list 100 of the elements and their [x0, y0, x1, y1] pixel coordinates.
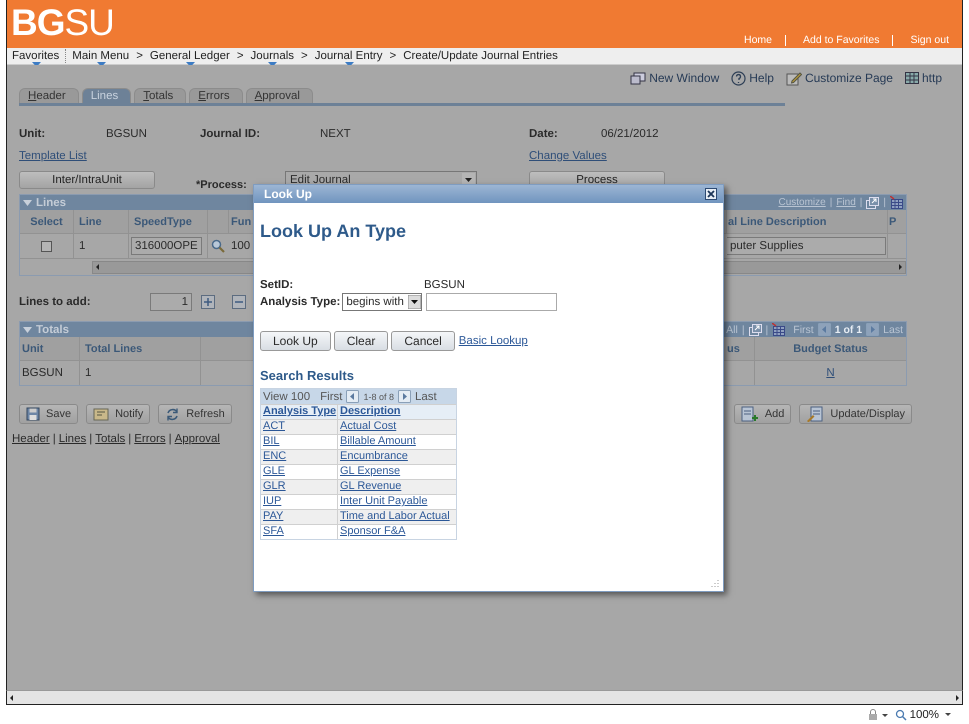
first-label: First	[320, 390, 342, 402]
result-link[interactable]: ACT	[263, 420, 285, 432]
result-link[interactable]: ENC	[263, 450, 286, 462]
result-link[interactable]: GLE	[263, 465, 286, 477]
separator: |	[168, 433, 172, 445]
budget-status-link[interactable]: N	[826, 367, 835, 379]
spreadsheet-icon[interactable]	[890, 196, 903, 209]
toolbar-link[interactable]: Customize Page	[786, 70, 893, 86]
remove-icon[interactable]	[232, 295, 246, 309]
template-list-link[interactable]: Template List	[19, 150, 87, 162]
horizontal-scrollbar[interactable]	[6, 690, 963, 705]
popout-icon[interactable]	[866, 196, 880, 208]
zoom-level[interactable]: 100%	[910, 708, 939, 720]
field-label: Date:	[529, 127, 559, 141]
page-link[interactable]: Totals	[95, 433, 126, 445]
action-button[interactable]: Update/Display	[799, 404, 912, 424]
breadcrumb-item[interactable]: Create/Update Journal Entries	[403, 50, 558, 62]
separator: >	[236, 50, 244, 62]
dialog-title: Look Up	[264, 187, 312, 201]
action-button[interactable]: Notify	[86, 404, 150, 424]
toolbar-link[interactable]: Help	[731, 70, 774, 86]
collapse-arrow-icon	[23, 200, 32, 206]
dialog-button[interactable]: Look Up	[260, 331, 331, 351]
analysis-type-field[interactable]	[426, 293, 557, 311]
caret-icon[interactable]	[945, 713, 951, 716]
toolbar-link[interactable]: http	[904, 71, 942, 85]
separator: |	[860, 197, 862, 208]
separator: >	[390, 50, 396, 62]
add-icon[interactable]	[201, 295, 215, 309]
inter-intraunit-button[interactable]: Inter/IntraUnit	[19, 171, 155, 189]
column-header: P	[888, 210, 906, 233]
spreadsheet-icon[interactable]	[772, 323, 786, 336]
result-link[interactable]: Time and Labor Actual	[340, 510, 450, 522]
description-field[interactable]: puter Supplies	[727, 237, 886, 255]
tab[interactable]: Totals	[134, 88, 186, 103]
resize-grip-icon[interactable]	[710, 578, 719, 587]
tab[interactable]: Approval	[246, 88, 313, 103]
page-link[interactable]: Lines	[58, 433, 86, 445]
result-link[interactable]: GLR	[263, 480, 286, 492]
action-button[interactable]: Add	[734, 404, 792, 424]
operator-dropdown[interactable]: begins with	[342, 293, 422, 311]
column-header: al Line Description	[726, 210, 888, 233]
tab[interactable]: Errors	[189, 88, 243, 103]
next-icon[interactable]	[398, 390, 411, 403]
action-button[interactable]: Save	[19, 404, 78, 424]
field-label: Journal ID:	[200, 127, 262, 141]
change-values-link[interactable]: Change Values	[529, 150, 607, 162]
result-link[interactable]: Sponsor F&A	[340, 525, 406, 537]
result-link[interactable]: Encumbrance	[340, 450, 408, 462]
toolbar-link[interactable]: New Window	[630, 71, 720, 85]
basic-lookup-link[interactable]: Basic Lookup	[458, 335, 528, 347]
result-link[interactable]: PAY	[263, 510, 284, 522]
process-label: *Process:	[196, 179, 248, 191]
checkbox[interactable]	[41, 240, 52, 252]
dialog-heading: Look Up An Type	[260, 221, 407, 242]
logo: BGSU	[10, 3, 114, 43]
result-link[interactable]: GL Expense	[340, 465, 400, 477]
separator: |	[89, 433, 92, 445]
zoom-icon[interactable]	[894, 708, 908, 720]
speedtype-field[interactable]: 316000OPE	[131, 237, 202, 255]
collapse-arrow-icon	[23, 326, 32, 332]
page-count: 1-8 of 8	[363, 392, 394, 402]
last-label: Last	[415, 390, 437, 402]
tab[interactable]: Header	[19, 88, 79, 103]
dialog-button[interactable]: Clear	[334, 331, 388, 351]
column-header: Line	[74, 210, 129, 233]
close-icon[interactable]	[705, 188, 717, 200]
previous-icon[interactable]	[346, 390, 360, 403]
result-link[interactable]: IUP	[263, 495, 282, 507]
result-link[interactable]: Inter Unit Payable	[340, 495, 428, 507]
separator: |	[766, 324, 768, 336]
result-link[interactable]: BIL	[263, 435, 280, 447]
page-link[interactable]: Errors	[134, 433, 166, 445]
envelope-icon	[93, 408, 110, 420]
field-value: BGSUN	[424, 279, 465, 291]
table-cell-text: 100	[230, 239, 252, 254]
dropdown-arrow-icon	[408, 295, 421, 309]
dialog-button[interactable]: Cancel	[391, 331, 455, 351]
separator: |	[742, 324, 745, 336]
page-link[interactable]: Approval	[174, 433, 220, 445]
search-icon[interactable]	[211, 239, 225, 253]
security-icon[interactable]	[866, 708, 889, 720]
column-header: Budget Status	[755, 337, 906, 360]
result-link[interactable]: SFA	[263, 525, 284, 537]
action-button[interactable]: Refresh	[158, 404, 232, 424]
popout-icon[interactable]	[748, 324, 762, 336]
lines-to-add-field[interactable]: 1	[150, 293, 192, 311]
result-link[interactable]: Billable Amount	[340, 435, 416, 447]
view-all-link[interactable]: View 100	[263, 390, 310, 402]
column-header[interactable]: Analysis Type	[263, 405, 336, 417]
separator: >	[301, 50, 308, 62]
separator: |	[830, 197, 832, 208]
table-icon	[904, 72, 919, 84]
table-cell: BGSUN	[20, 361, 80, 385]
result-link[interactable]: GL Revenue	[340, 480, 402, 492]
column-header[interactable]: Description	[340, 405, 401, 417]
page-link[interactable]: Header	[12, 433, 50, 445]
field-value: NEXT	[320, 127, 352, 141]
column-header: Fun	[229, 210, 254, 233]
result-link[interactable]: Actual Cost	[340, 420, 396, 432]
